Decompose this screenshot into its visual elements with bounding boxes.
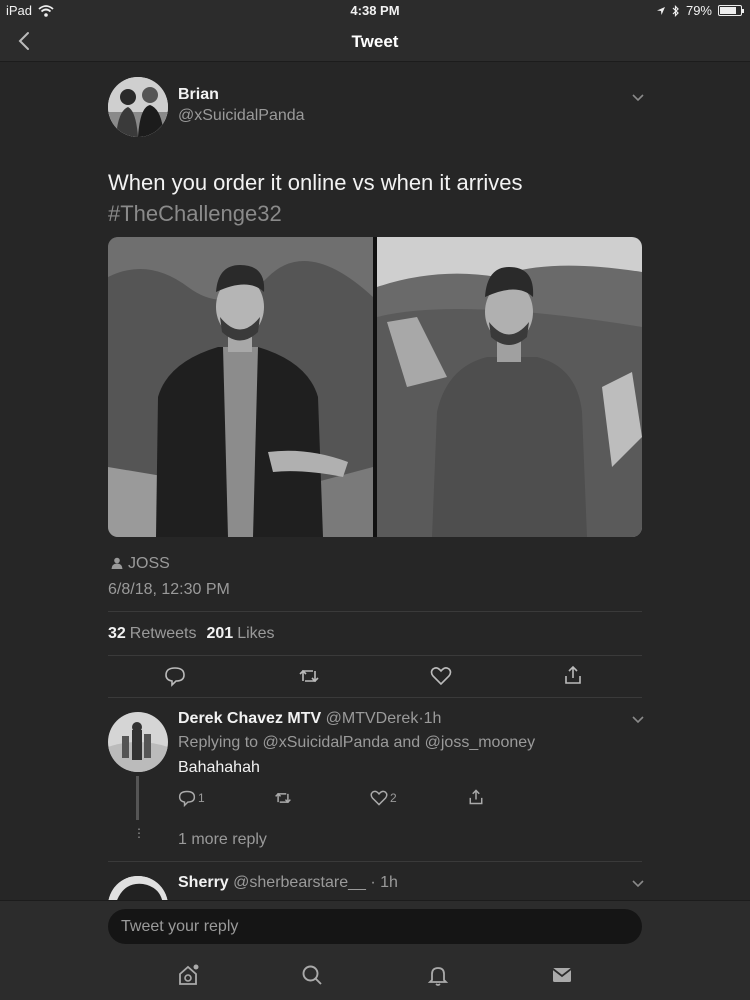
photo-left-image	[108, 237, 373, 537]
reply-chevron-down-icon[interactable]	[631, 715, 645, 725]
tweet-hashtag[interactable]: #TheChallenge32	[108, 199, 282, 229]
reply-heart-icon[interactable]	[370, 789, 388, 807]
avatar-photo	[108, 77, 168, 137]
status-time: 4:38 PM	[350, 3, 400, 18]
photo-left[interactable]	[108, 237, 373, 537]
retweets-label[interactable]: Retweets	[130, 625, 197, 643]
home-icon[interactable]	[176, 963, 200, 987]
reply-like-count: 2	[390, 791, 397, 805]
dot-separator: ·	[365, 874, 381, 891]
more-dots-icon: ⋮	[133, 826, 145, 840]
battery-percent: 79%	[685, 3, 712, 18]
messages-icon[interactable]	[550, 963, 574, 987]
tagged-user[interactable]: JOSS	[128, 555, 170, 573]
photo-right[interactable]	[377, 237, 642, 537]
battery-icon	[718, 5, 744, 16]
replying-to: Replying to @xSuicidalPanda and @joss_mo…	[178, 734, 535, 752]
reply-retweet-icon[interactable]	[274, 789, 292, 807]
photo-right-image	[377, 237, 642, 537]
nav-bar: Tweet	[0, 20, 750, 62]
author-name[interactable]: Brian	[178, 86, 219, 104]
search-icon[interactable]	[300, 963, 324, 987]
location-icon	[656, 6, 665, 15]
tweet-text: When you order it online vs when it arri…	[108, 170, 523, 195]
share-icon[interactable]	[562, 664, 584, 686]
notifications-icon[interactable]	[426, 963, 450, 987]
reply-avatar-photo	[108, 712, 168, 772]
bluetooth-icon	[672, 4, 679, 17]
heart-icon[interactable]	[430, 665, 452, 687]
reply-author-name[interactable]: Sherry	[178, 874, 229, 891]
reply-header: Derek Chavez MTV @MTVDerek·1h	[178, 710, 441, 728]
reply-share-icon[interactable]	[467, 788, 485, 806]
reply-input[interactable]	[108, 909, 642, 944]
chevron-down-icon[interactable]	[631, 93, 645, 103]
reply-header: Sherry @sherbearstare__ · 1h	[178, 874, 398, 892]
reply-reply-icon[interactable]	[178, 789, 196, 807]
likes-label[interactable]: Likes	[237, 625, 274, 643]
replying-prefix: Replying to	[178, 734, 259, 751]
reply-reply-count: 1	[198, 791, 205, 805]
status-bar: iPad 4:38 PM 79%	[0, 0, 750, 20]
replying-targets[interactable]: @xSuicidalPanda and @joss_mooney	[263, 734, 536, 751]
reply-text: Bahahahah	[178, 759, 260, 776]
tweet-timestamp: 6/8/18, 12:30 PM	[108, 581, 230, 598]
reply-thread-line	[136, 776, 139, 820]
author-avatar[interactable]	[108, 77, 168, 137]
author-handle[interactable]: @xSuicidalPanda	[178, 107, 305, 125]
tweet-stats: 32 Retweets 201 Likes	[108, 625, 275, 643]
person-icon	[111, 557, 123, 569]
status-right: 79%	[656, 3, 744, 18]
reply-time: 1h	[380, 874, 398, 891]
reply-author-name[interactable]: Derek Chavez MTV	[178, 710, 321, 727]
battery-fill	[720, 7, 736, 14]
likes-count[interactable]: 201	[207, 625, 234, 643]
reply-time: 1h	[423, 710, 442, 727]
nav-title: Tweet	[351, 32, 399, 51]
reply-author-handle[interactable]: @sherbearstare__	[233, 874, 366, 891]
divider	[108, 655, 642, 656]
more-replies-link[interactable]: 1 more reply	[178, 831, 267, 849]
reply-author-handle[interactable]: @MTVDerek	[326, 710, 419, 727]
retweets-count[interactable]: 32	[108, 625, 126, 643]
reply-chevron-down-icon[interactable]	[631, 879, 645, 889]
divider	[108, 861, 642, 862]
retweet-icon[interactable]	[298, 665, 320, 687]
reply-icon[interactable]	[164, 665, 186, 687]
divider	[108, 697, 642, 698]
reply-avatar[interactable]	[108, 712, 168, 772]
tweet-media[interactable]	[108, 237, 642, 537]
divider	[108, 611, 642, 612]
